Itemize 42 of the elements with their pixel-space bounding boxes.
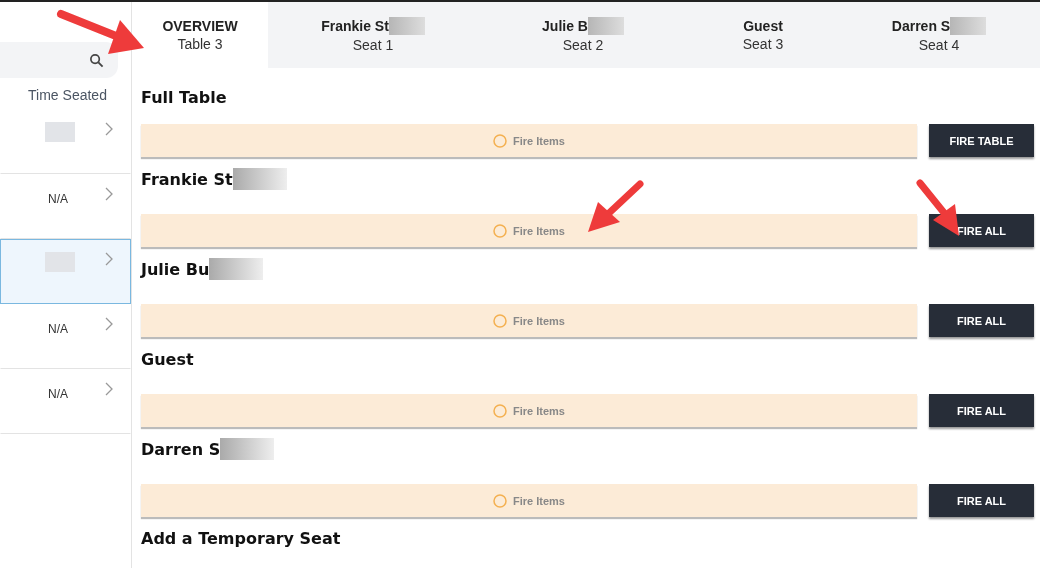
circle-icon bbox=[493, 403, 507, 418]
annotation-arrow bbox=[586, 180, 646, 235]
circle-icon bbox=[493, 133, 507, 148]
chevron-right-icon bbox=[105, 382, 113, 396]
section-heading: Frankie St bbox=[141, 169, 233, 189]
table-list-item[interactable]: N/A bbox=[0, 369, 131, 434]
redaction-blur bbox=[232, 168, 287, 190]
section-heading: Guest bbox=[141, 349, 194, 369]
redaction-blur bbox=[950, 17, 987, 35]
redaction-blur bbox=[388, 17, 425, 35]
table-list-item[interactable] bbox=[0, 239, 131, 304]
redaction-blur bbox=[220, 438, 275, 460]
fire-button[interactable]: FIRE ALL bbox=[929, 484, 1034, 517]
fire-button[interactable]: FIRE ALL bbox=[929, 304, 1034, 337]
column-header: Time Seated bbox=[27, 86, 108, 105]
section-heading: Add a Temporary Seat bbox=[141, 529, 342, 548]
time-text: N/A bbox=[48, 387, 69, 401]
time-text: N/A bbox=[48, 192, 69, 206]
seat-tab[interactable]: Guest Seat 3 bbox=[688, 2, 838, 68]
seat-tab[interactable]: Darren S Seat 4 bbox=[838, 2, 1040, 68]
fire-button[interactable]: FIRE TABLE bbox=[929, 124, 1034, 157]
section-heading: Full Table bbox=[141, 87, 227, 107]
section-heading: Julie Bu bbox=[141, 259, 210, 279]
table-list-item[interactable]: N/A bbox=[0, 304, 131, 369]
seat-tab[interactable]: Frankie St Seat 1 bbox=[268, 2, 478, 68]
time-text: N/A bbox=[48, 322, 69, 336]
redaction-block bbox=[45, 122, 75, 142]
seat-tab[interactable]: Julie B Seat 2 bbox=[478, 2, 688, 68]
chevron-right-icon bbox=[105, 187, 113, 201]
circle-icon bbox=[493, 223, 507, 238]
search-icon bbox=[89, 52, 104, 68]
redaction-blur bbox=[587, 17, 624, 35]
chevron-right-icon bbox=[105, 122, 113, 136]
circle-icon bbox=[493, 313, 507, 328]
fire-button[interactable]: FIRE ALL bbox=[929, 394, 1034, 427]
seat-tab[interactable]: OVERVIEW Table 3 bbox=[132, 2, 268, 68]
redaction-blur bbox=[209, 258, 264, 280]
chevron-right-icon bbox=[105, 317, 113, 331]
circle-icon bbox=[493, 493, 507, 508]
chevron-right-icon bbox=[105, 252, 113, 266]
search-field[interactable] bbox=[0, 42, 118, 78]
section-heading: Darren S bbox=[141, 439, 221, 459]
